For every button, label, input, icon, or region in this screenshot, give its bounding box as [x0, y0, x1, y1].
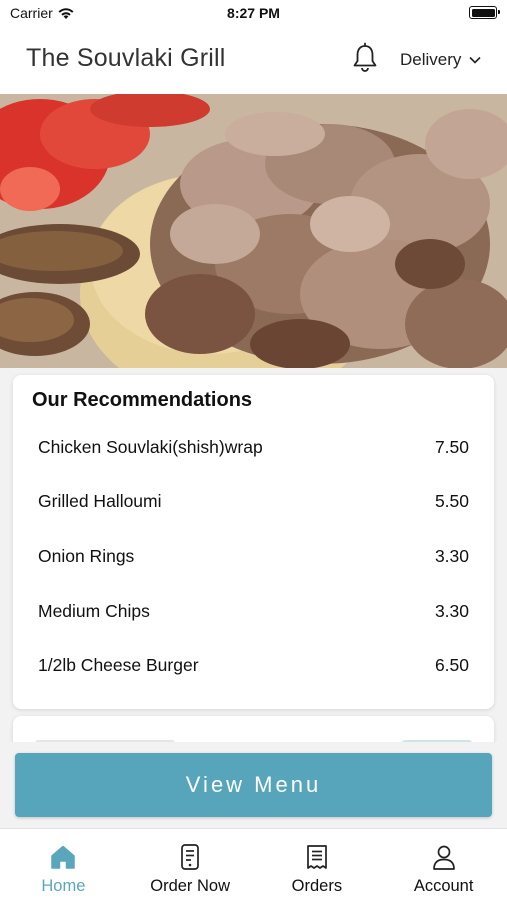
item-price: 3.30: [434, 600, 469, 621]
tab-home[interactable]: Home: [0, 829, 127, 900]
delivery-label: Delivery: [400, 50, 462, 69]
app-header: The Souvlaki Grill Delivery: [0, 26, 507, 94]
clock: 8:27 PM: [227, 5, 280, 21]
tab-order-now-label: Order Now: [150, 877, 231, 895]
item-name: Chicken Souvlaki(shish)wrap: [38, 436, 263, 457]
order-now-icon: [181, 844, 199, 870]
hero-food-image: [0, 94, 507, 368]
tab-order-now[interactable]: Order Now: [127, 829, 254, 900]
chevron-down-icon: [469, 56, 481, 64]
recommendations-list: Chicken Souvlaki(shish)wrap 7.50 Grilled…: [13, 420, 494, 693]
item-price: 5.50: [434, 491, 469, 512]
tab-orders[interactable]: Orders: [254, 829, 381, 900]
battery-icon: [469, 6, 500, 19]
restaurant-title: The Souvlaki Grill: [26, 44, 226, 72]
list-item[interactable]: 1/2lb Cheese Burger 6.50: [13, 638, 494, 693]
recommendations-card: Our Recommendations Chicken Souvlaki(shi…: [13, 375, 494, 709]
list-item[interactable]: Chicken Souvlaki(shish)wrap 7.50: [13, 420, 494, 475]
list-item[interactable]: Onion Rings 3.30: [13, 529, 494, 584]
item-price: 7.50: [434, 436, 469, 457]
list-item[interactable]: Medium Chips 3.30: [13, 584, 494, 639]
tab-home-label: Home: [41, 877, 86, 895]
orders-icon: [307, 845, 327, 869]
recommendations-heading: Our Recommendations: [32, 389, 253, 411]
delivery-selector[interactable]: Delivery: [400, 50, 481, 70]
item-name: Onion Rings: [38, 545, 135, 566]
item-price: 3.30: [434, 545, 469, 566]
tab-account-label: Account: [413, 877, 474, 895]
home-icon: [51, 845, 76, 869]
item-price: 6.50: [434, 655, 469, 676]
list-item[interactable]: Grilled Halloumi 5.50: [13, 475, 494, 530]
tab-account[interactable]: Account: [380, 829, 507, 900]
status-bar: Carrier 8:27 PM: [0, 0, 507, 26]
item-name: Medium Chips: [38, 600, 150, 621]
tab-orders-label: Orders: [291, 877, 343, 895]
item-name: Grilled Halloumi: [38, 491, 162, 512]
bell-icon[interactable]: [350, 42, 380, 74]
view-menu-button[interactable]: View Menu: [15, 753, 492, 817]
tab-bar: Home Order Now Orders Account: [0, 828, 507, 900]
item-name: 1/2lb Cheese Burger: [38, 655, 199, 676]
account-icon: [432, 845, 455, 870]
